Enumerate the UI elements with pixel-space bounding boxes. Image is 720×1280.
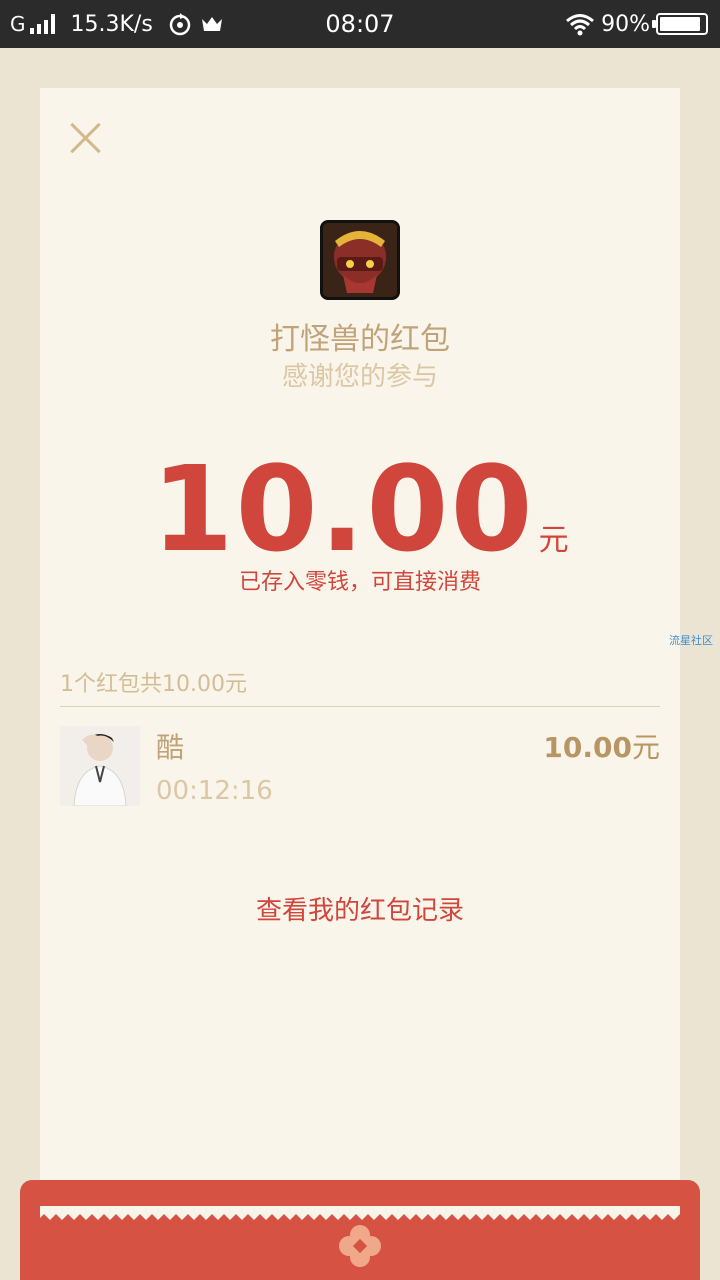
watermark: 流星社区 bbox=[669, 634, 713, 647]
robot-avatar-icon bbox=[323, 223, 397, 297]
receive-time: 00:12:16 bbox=[156, 776, 273, 806]
amount-unit: 元 bbox=[538, 523, 569, 558]
status-bar: G 15.3K/s 08:07 90% bbox=[0, 0, 720, 48]
amount-display: 10.00 元 bbox=[40, 440, 680, 578]
red-packet-detail-card: 打怪兽的红包 感谢您的参与 10.00 元 已存入零钱，可直接消费 1个红包共10… bbox=[40, 88, 680, 1228]
packet-summary: 1个红包共10.00元 bbox=[60, 672, 247, 697]
battery-icon bbox=[652, 13, 708, 35]
saved-note: 已存入零钱，可直接消费 bbox=[238, 570, 481, 595]
receiver-amount-value: 10.00 bbox=[543, 731, 632, 764]
battery-fill bbox=[660, 17, 700, 31]
wifi-icon bbox=[566, 14, 595, 36]
status-right: 90% bbox=[565, 10, 708, 38]
battery-percent: 90% bbox=[601, 11, 650, 37]
receiver-row[interactable]: 酷 00:12:16 10.00元 bbox=[60, 726, 660, 808]
thanks-subtitle: 感谢您的参与 bbox=[281, 362, 438, 392]
close-icon[interactable] bbox=[66, 116, 106, 156]
user-photo-icon bbox=[60, 726, 140, 806]
receiver-amount: 10.00元 bbox=[543, 726, 660, 766]
receiver-amount-unit: 元 bbox=[631, 731, 660, 764]
view-records-link[interactable]: 查看我的红包记录 bbox=[40, 890, 680, 927]
divider bbox=[60, 706, 660, 707]
receiver-avatar bbox=[60, 726, 140, 806]
sender-title: 打怪兽的红包 bbox=[270, 322, 450, 357]
envelope-seal-icon bbox=[339, 1225, 381, 1267]
sender-avatar bbox=[320, 220, 400, 300]
receiver-name: 酷 bbox=[156, 731, 185, 764]
amount-value: 10.00 bbox=[151, 440, 535, 578]
